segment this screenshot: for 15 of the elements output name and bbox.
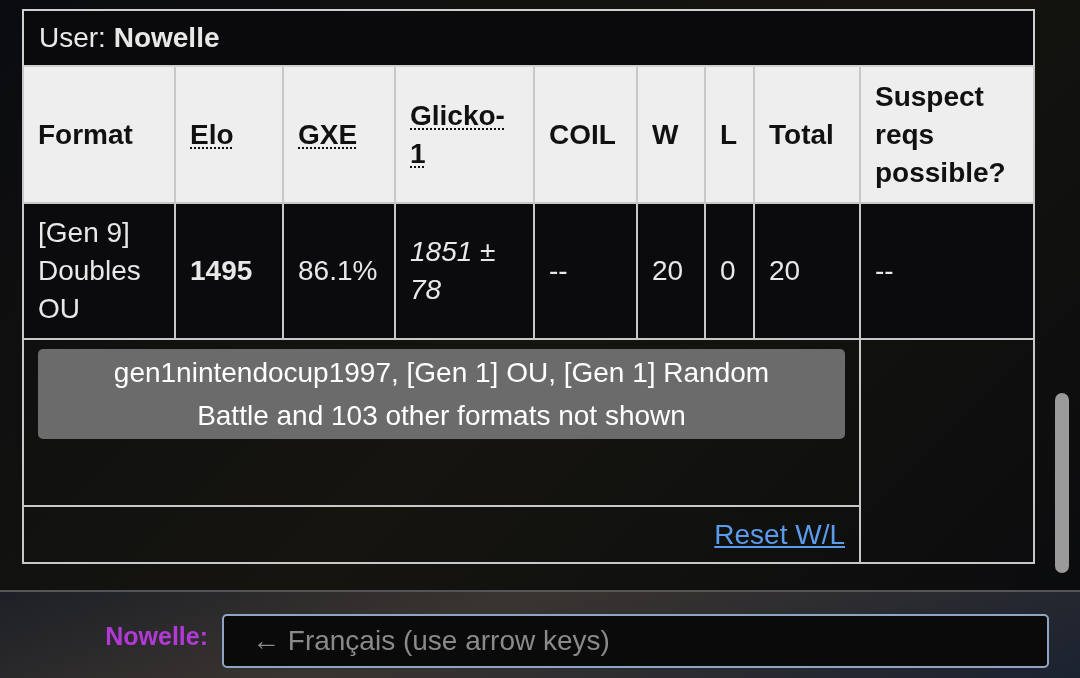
chat-input[interactable]: ← Français (use arrow keys) <box>222 614 1049 668</box>
table-cell: [Gen 9] Doubles OU <box>23 203 175 339</box>
table-cell: -- <box>534 203 637 339</box>
table-cell: 1851 ± 78 <box>395 203 534 339</box>
user-title: User: Nowelle <box>39 22 220 53</box>
table-cell: -- <box>860 203 1034 339</box>
table-cell: 20 <box>637 203 705 339</box>
table-cell: 1495 <box>175 203 283 339</box>
table-cell: 86.1% <box>283 203 395 339</box>
chat-username: Nowelle: <box>104 621 209 652</box>
reset-link[interactable]: Reset W/L <box>714 518 845 550</box>
hidden-formats-button[interactable]: gen1nintendocup1997, [Gen 1] OU, [Gen 1] Random Battle and 103 other formats not shown <box>38 349 845 439</box>
scrollbar-thumb[interactable] <box>1054 393 1069 573</box>
table-cell: 20 <box>754 203 860 339</box>
table-cell: 0 <box>705 203 754 339</box>
